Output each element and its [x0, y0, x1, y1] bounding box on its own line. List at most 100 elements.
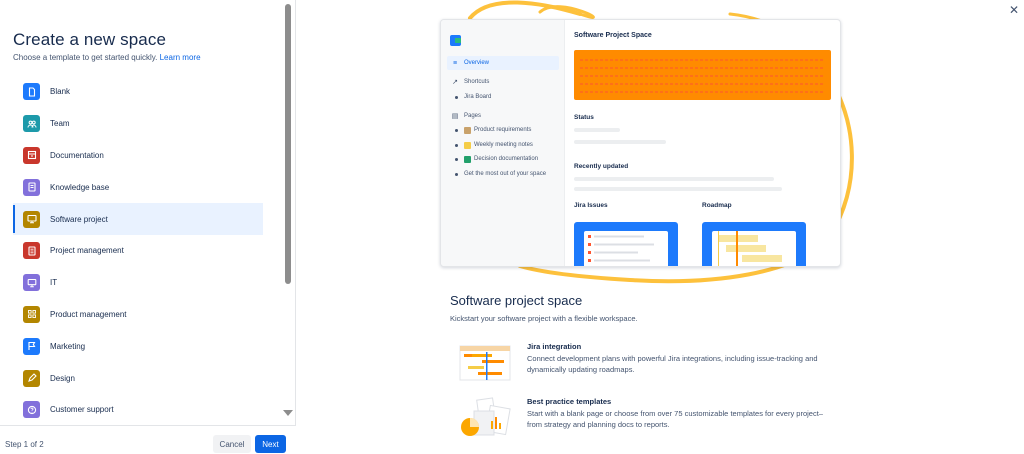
template-label: Project management [50, 246, 124, 256]
notepad-emoji-icon [464, 141, 471, 149]
template-picker-panel: Create a new space Choose a template to … [0, 0, 296, 454]
feature-title: Jira integration [527, 342, 582, 351]
pencil-emoji-icon [464, 126, 471, 134]
template-item-marketing[interactable]: Marketing [13, 330, 263, 362]
scroll-down-arrow-icon[interactable] [283, 410, 293, 416]
bullet-icon [455, 128, 458, 132]
link-icon: ↗ [452, 79, 458, 86]
preview-jira-issues-heading: Jira Issues [574, 202, 608, 209]
bullet-icon [455, 157, 458, 161]
templates-illustration [461, 397, 511, 436]
nav-label: Overview [464, 60, 490, 66]
learn-more-link[interactable]: Learn more [160, 53, 201, 62]
template-label: Design [50, 373, 75, 383]
template-item-design[interactable]: Design [13, 362, 263, 394]
feature-title: Best practice templates [527, 397, 612, 406]
nav-label: Pages [464, 113, 482, 119]
preview-nav-page-item: Get the most out of your space [447, 167, 559, 181]
feature-description: Start with a blank page or choose from o… [527, 409, 823, 429]
template-label: Product management [50, 309, 127, 319]
template-item-knowledge-base[interactable]: Knowledge base [13, 171, 263, 203]
template-item-documentation[interactable]: Documentation [13, 140, 263, 172]
template-label: Software project [50, 214, 108, 224]
placeholder-bar [574, 140, 666, 144]
jira-integration-illustration [459, 345, 511, 381]
check-emoji-icon [464, 155, 471, 163]
pencil-icon [23, 369, 40, 387]
next-button[interactable]: Next [255, 435, 286, 453]
help-icon [23, 401, 40, 419]
banner-pattern [580, 59, 825, 93]
preview-nav-overview: ≡ Overview [447, 56, 559, 70]
template-label: Customer support [50, 405, 114, 415]
close-icon[interactable]: ✕ [1007, 3, 1021, 17]
monitor-icon [23, 210, 40, 228]
template-preview-card: ≡ Overview ↗ Shortcuts Jira Board ▤ Page… [440, 19, 841, 267]
template-item-project-management[interactable]: Project management [13, 235, 263, 267]
page-icon: ▤ [451, 113, 459, 120]
template-label: IT [50, 278, 58, 288]
issues-list-graphic [588, 235, 654, 262]
placeholder-bar [574, 128, 620, 132]
template-item-software-project[interactable]: Software project [13, 203, 263, 235]
nav-label: Weekly meeting notes [474, 142, 533, 148]
thumbnail-sheet [712, 231, 796, 266]
grid-icon [23, 305, 40, 323]
roadmap-graphic [718, 231, 782, 266]
book-icon [23, 178, 40, 196]
preview-status-heading: Status [574, 114, 594, 121]
scrollbar-thumb[interactable] [285, 4, 291, 284]
template-description-title: Software project space [450, 293, 583, 308]
template-item-blank[interactable]: Blank [13, 76, 263, 108]
feature-description: Connect development plans with powerful … [527, 354, 818, 374]
preview-sidebar: ≡ Overview ↗ Shortcuts Jira Board ▤ Page… [441, 20, 565, 266]
people-icon [23, 115, 40, 133]
bullet-icon [455, 172, 458, 176]
template-item-customer-support[interactable]: Customer support [13, 394, 263, 426]
template-label: Knowledge base [50, 182, 110, 192]
preview-nav-shortcuts: ↗ Shortcuts [447, 75, 559, 89]
bullet-icon [455, 143, 458, 147]
dialog-footer: Step 1 of 2 Cancel Next [0, 425, 296, 454]
flag-icon [23, 337, 40, 355]
nav-label: Product requirements [474, 127, 532, 133]
jira-issues-thumbnail [574, 222, 678, 266]
template-label: Team [50, 119, 70, 129]
create-space-dialog: Create a new space Choose a template to … [0, 0, 1024, 454]
nav-label: Shortcuts [464, 79, 490, 85]
preview-nav-page-item: Decision documentation [447, 152, 559, 166]
preview-banner [574, 50, 831, 100]
page-subtitle: Choose a template to get started quickly… [13, 53, 201, 62]
archive-icon [23, 146, 40, 164]
step-indicator: Step 1 of 2 [5, 440, 44, 449]
subtitle-text: Choose a template to get started quickly… [13, 53, 158, 62]
template-list: Blank Team Documentation Knowledge base [13, 76, 263, 426]
template-item-product-management[interactable]: Product management [13, 299, 263, 331]
thumbnail-sheet [584, 231, 668, 266]
computer-icon [23, 274, 40, 292]
page-title: Create a new space [13, 30, 166, 49]
bullet-icon [455, 95, 458, 99]
nav-label: Jira Board [464, 94, 492, 100]
preview-space-title: Software Project Space [574, 32, 652, 39]
file-icon [23, 83, 40, 101]
template-label: Documentation [50, 150, 104, 160]
space-logo-icon [450, 35, 461, 46]
preview-nav-jira-board: Jira Board [447, 90, 559, 104]
lines-icon: ≡ [452, 59, 458, 67]
cancel-button[interactable]: Cancel [213, 435, 251, 453]
preview-nav-page-item: Product requirements [447, 123, 559, 137]
preview-recently-updated-heading: Recently updated [574, 163, 629, 170]
template-label: Blank [50, 87, 71, 97]
roadmap-thumbnail [702, 222, 806, 266]
template-description-subtitle: Kickstart your software project with a f… [450, 314, 638, 323]
placeholder-bar [574, 187, 782, 191]
clipboard-icon [23, 242, 40, 260]
placeholder-bar [574, 177, 774, 181]
preview-nav-pages: ▤ Pages [447, 109, 559, 123]
template-item-it[interactable]: IT [13, 267, 263, 299]
template-item-team[interactable]: Team [13, 108, 263, 140]
preview-nav-page-item: Weekly meeting notes [447, 138, 559, 152]
preview-roadmap-heading: Roadmap [702, 202, 732, 209]
nav-label: Decision documentation [474, 156, 539, 162]
